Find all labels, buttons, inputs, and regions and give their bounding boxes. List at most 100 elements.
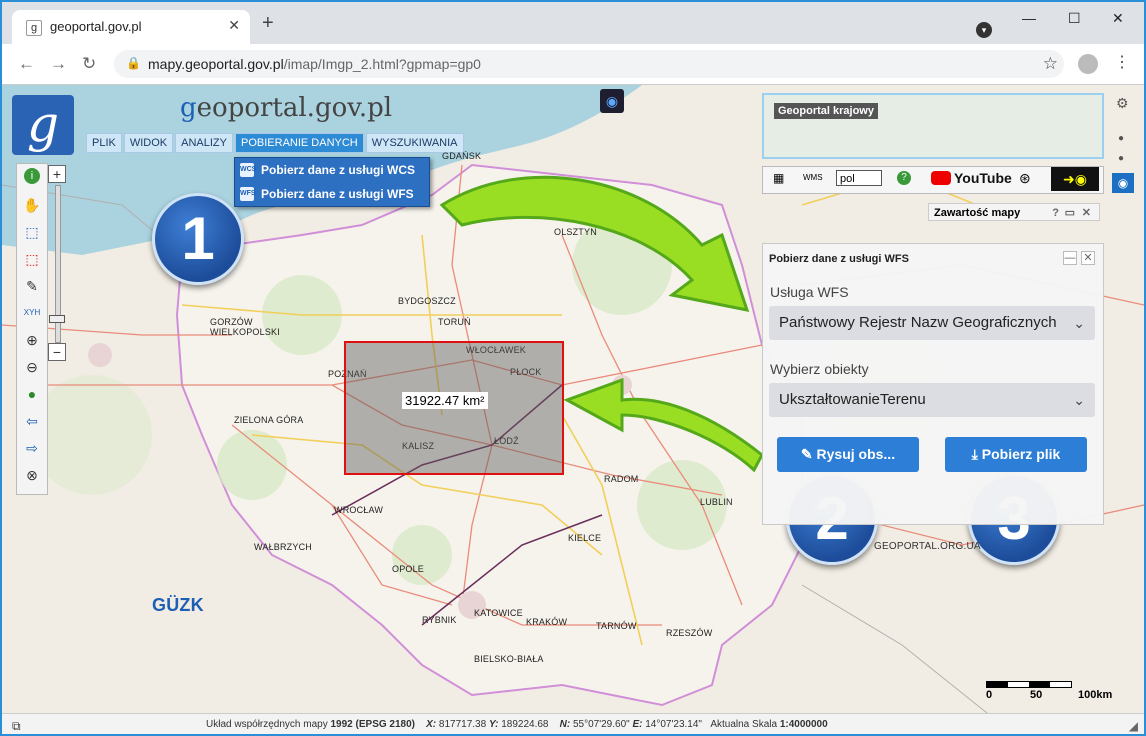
menu-widok[interactable]: WIDOK [123, 133, 174, 153]
app-title: geoportal.gov.pl [180, 93, 392, 123]
deselect-box-icon[interactable]: ⬚ [21, 248, 43, 270]
youtube-label: YouTube [954, 170, 1012, 186]
minimize-icon[interactable]: — [1022, 10, 1036, 26]
legend-grid-icon[interactable]: ▦ [773, 171, 784, 185]
status-text: Układ współrzędnych mapy 1992 (EPSG 2180… [206, 714, 828, 734]
close-small-icon[interactable]: ✕ [1082, 204, 1091, 222]
minimize-panel-icon[interactable]: — [1063, 251, 1077, 265]
map-canvas[interactable]: g geoportal.gov.pl PLIK WIDOK ANALIZY PO… [2, 85, 1144, 734]
tab-bar: g geoportal.gov.pl ✕ + ▾ — ☐ ✕ [2, 2, 1144, 44]
globe-icon[interactable]: ◉ [600, 89, 624, 113]
city-label: KRAKÓW [526, 617, 568, 627]
dot-icon[interactable]: ● [1118, 133, 1124, 144]
favicon-icon: g [26, 20, 42, 36]
app-title-g: g [180, 93, 197, 123]
wcs-icon: WCS [240, 163, 256, 177]
resize-grip-icon[interactable]: ◢ [1129, 716, 1138, 734]
n-label: N: [559, 719, 571, 730]
close-panel-icon[interactable]: ✕ [1081, 251, 1095, 265]
geoportal-logo: g [12, 95, 74, 155]
service-select-value: Państwowy Rejestr Nazw Geograficznych [779, 314, 1057, 331]
tab-title: geoportal.gov.pl [50, 19, 142, 34]
zoom-out-icon[interactable]: ⊖ [21, 356, 43, 378]
accessibility-icon[interactable]: ⊛ [1019, 170, 1031, 187]
city-label: WROCŁAW [334, 505, 384, 515]
dropdown-item-wcs[interactable]: WCS Pobierz dane z usługi WCS [235, 158, 429, 182]
close-tab-icon[interactable]: ✕ [228, 17, 240, 34]
menu-plik[interactable]: PLIK [86, 133, 122, 153]
city-label: OPOLE [392, 564, 425, 574]
browser-tab[interactable]: g geoportal.gov.pl ✕ [12, 10, 250, 44]
contrast-eye-icon[interactable]: ➜◉ [1051, 167, 1099, 191]
menu-wyszukiwania[interactable]: WYSZUKIWANIA [365, 133, 464, 153]
dropdown-item-wcs-label: Pobierz dane z usługi WCS [261, 163, 416, 177]
zoom-slider[interactable]: + − [48, 165, 66, 365]
objects-label: Wybierz obiekty [770, 361, 869, 377]
url-input[interactable]: 🔒 mapy.geoportal.gov.pl/imap/Imgp_2.html… [114, 50, 1064, 78]
wms-icon[interactable]: WMS [803, 173, 823, 182]
crs-label: Układ współrzędnych mapy [206, 719, 328, 730]
language-select[interactable]: pol [836, 170, 882, 186]
help-small-icon[interactable]: ? [1052, 204, 1059, 222]
city-label: BIELSKO-BIAŁA [474, 654, 544, 664]
objects-select[interactable]: UkształtowanieTerenu ⌄ [769, 383, 1095, 417]
menu-analizy[interactable]: ANALIZY [175, 133, 233, 153]
eye-icon[interactable]: ◉ [1112, 173, 1134, 193]
overview-map[interactable]: Geoportal krajowy [762, 93, 1104, 159]
clear-icon[interactable]: ⊗ [21, 464, 43, 486]
url-host: mapy.geoportal.gov.pl [148, 56, 284, 72]
forward-icon[interactable]: → [50, 54, 67, 74]
tab-search-icon[interactable]: ▾ [976, 22, 992, 38]
select-box-icon[interactable]: ⬚ [21, 221, 43, 243]
y-value: 189224.68 [501, 719, 549, 730]
city-label: RYBNIK [422, 615, 457, 625]
right-toolbar: ▦ WMS pol ? YouTube ⊛ ➜◉ [762, 166, 1104, 194]
window-toggle-icon[interactable]: ⧉ [12, 716, 21, 734]
city-label: BYDGOSZCZ [398, 296, 456, 306]
pan-hand-icon[interactable]: ✋ [21, 194, 43, 216]
draw-area-button[interactable]: ✎ Rysuj obs... [777, 437, 919, 472]
download-file-button[interactable]: ⤓ Pobierz plik [945, 437, 1087, 472]
zoom-knob[interactable] [49, 315, 65, 323]
e-label: E: [632, 719, 643, 730]
menu-pobieranie-danych[interactable]: POBIERANIE DANYCH [235, 133, 364, 153]
info-icon[interactable]: i [24, 168, 40, 184]
e-value: 14°07'23.14" [645, 719, 702, 730]
dot-icon[interactable]: ● [1118, 153, 1124, 164]
zoom-in-icon[interactable]: ⊕ [21, 329, 43, 351]
next-view-icon[interactable]: ⇨ [21, 437, 43, 459]
city-label: GORZÓW WIELKOPOLSKI [210, 317, 280, 337]
url-path: /imap/Imgp_2.html?gpmap=gp0 [283, 56, 481, 72]
xyh-icon[interactable]: XYH [21, 302, 43, 324]
pencil-icon[interactable]: ✎ [21, 275, 43, 297]
city-label: TARNÓW [596, 621, 637, 631]
new-tab-icon[interactable]: + [262, 13, 274, 33]
help-icon[interactable]: ? [897, 171, 911, 185]
bookmark-star-icon[interactable]: ☆ [1043, 54, 1058, 74]
menu-kebab-icon[interactable]: ⋮ [1114, 52, 1130, 72]
x-label: X: [426, 719, 437, 730]
maximize-icon[interactable]: ☐ [1068, 10, 1081, 27]
zoom-plus-icon[interactable]: + [48, 165, 66, 183]
city-label: WAŁBRZYCH [254, 542, 312, 552]
previous-view-icon[interactable]: ⇦ [21, 410, 43, 432]
city-label: RZESZÓW [666, 628, 713, 638]
youtube-link[interactable]: YouTube [931, 170, 1012, 186]
dropdown-item-wfs[interactable]: WFS Pobierz dane z usługi WFS [235, 182, 429, 206]
zoom-minus-icon[interactable]: − [48, 343, 66, 361]
area-measure-label: 31922.47 km² [402, 392, 488, 409]
profile-avatar[interactable] [1078, 54, 1098, 74]
reload-icon[interactable]: ↻ [82, 54, 96, 74]
wfs-download-panel: Pobierz dane z usługi WFS — ✕ Usługa WFS… [762, 243, 1104, 525]
address-bar: ← → ↻ 🔒 mapy.geoportal.gov.pl/imap/Imgp_… [2, 44, 1144, 85]
chevron-down-icon: ⌄ [1073, 392, 1085, 408]
service-select[interactable]: Państwowy Rejestr Nazw Geograficznych ⌄ [769, 306, 1095, 340]
map-contents-bar[interactable]: Zawartość mapy ? ▭ ✕ [928, 203, 1100, 221]
youtube-icon [931, 171, 951, 185]
close-window-icon[interactable]: ✕ [1112, 10, 1124, 27]
panel-title: Pobierz dane z usługi WFS [769, 253, 909, 265]
restore-icon[interactable]: ▭ [1065, 204, 1075, 222]
back-icon[interactable]: ← [18, 54, 35, 74]
settings-gear-icon[interactable]: ⚙ [1116, 95, 1129, 112]
full-extent-globe-icon[interactable]: ● [21, 383, 43, 405]
